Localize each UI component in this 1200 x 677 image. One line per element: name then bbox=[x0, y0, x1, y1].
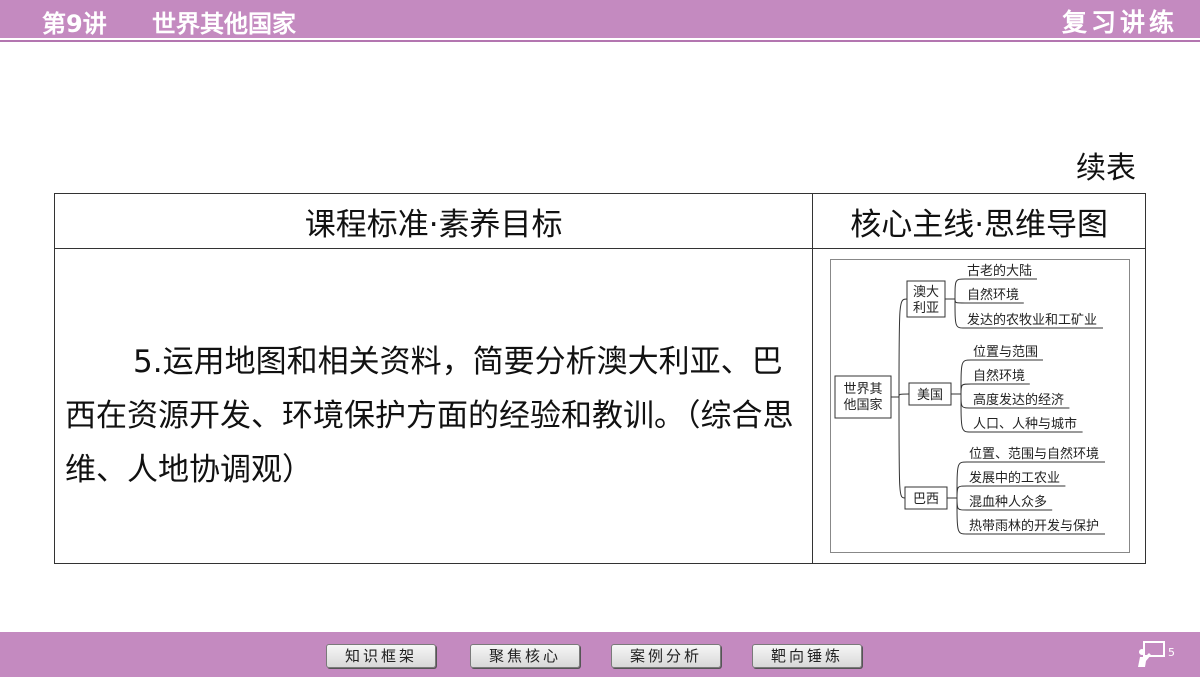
column-header-standards: 课程标准·素养目标 bbox=[53, 193, 814, 249]
mindmap-connector bbox=[960, 393, 972, 433]
nav-button-focus[interactable]: 聚焦核心 bbox=[470, 644, 580, 668]
mindmap-item-label: 自然环境 bbox=[967, 287, 1019, 303]
mindmap-connector bbox=[954, 278, 966, 300]
mindmap-root-label: 他国家 bbox=[844, 397, 883, 413]
mindmap-connector bbox=[956, 485, 968, 499]
mindmap-connector bbox=[898, 393, 910, 398]
mindmap-branch-label: 利亚 bbox=[913, 301, 939, 316]
mindmap-item-label: 发展中的工农业 bbox=[969, 470, 1060, 486]
mindmap-connector bbox=[956, 461, 968, 499]
mindmap-connector bbox=[898, 298, 908, 398]
nav-button-framework[interactable]: 知识框架 bbox=[326, 644, 436, 668]
mind-map: 世界其他国家澳大利亚古老的大陆自然环境发达的农牧业和工矿业美国位置与范围自然环境… bbox=[834, 263, 1106, 535]
lecture-title: 世界其他国家 bbox=[152, 10, 296, 38]
presentation-icon[interactable] bbox=[1136, 640, 1166, 668]
mindmap-branch-label: 美国 bbox=[917, 388, 943, 403]
mindmap-item-label: 人口、人种与城市 bbox=[973, 416, 1077, 432]
mindmap-item-label: 混血种人众多 bbox=[969, 494, 1047, 510]
mindmap-connector bbox=[960, 359, 972, 395]
standards-cell: 5.运用地图和相关资料，简要分析澳大利亚、巴西在资源开发、环境保护方面的经验和教… bbox=[53, 248, 814, 564]
curriculum-table: 课程标准·素养目标 核心主线·思维导图 5.运用地图和相关资料，简要分析澳大利亚… bbox=[53, 193, 1146, 564]
table-header-row: 课程标准·素养目标 核心主线·思维导图 bbox=[53, 193, 1146, 249]
nav-button-practice[interactable]: 靶向锤炼 bbox=[752, 644, 862, 668]
nav-button-case[interactable]: 案例分析 bbox=[611, 644, 721, 668]
continued-label: 续表 bbox=[1076, 151, 1136, 186]
mindmap-connector bbox=[898, 396, 906, 499]
mindmap-item-label: 古老的大陆 bbox=[967, 263, 1032, 279]
mindmap-item-label: 发达的农牧业和工矿业 bbox=[967, 312, 1097, 328]
mindmap-branch-label: 澳大 bbox=[913, 284, 939, 300]
lecture-number: 第9讲 bbox=[42, 10, 107, 38]
mindmap-item-label: 热带雨林的开发与保护 bbox=[969, 518, 1099, 534]
mindmap-cell: 世界其 他国家 澳大 利亚 古老的大陆 自然环境 发达的农牧业和工矿业 美国 位置与范围 自然环境… bbox=[812, 248, 1146, 564]
page-number: 5 bbox=[1168, 646, 1175, 659]
section-title: 复习讲练 bbox=[1061, 8, 1178, 37]
mindmap-branch-label: 巴西 bbox=[913, 492, 939, 507]
table-row: 5.运用地图和相关资料，简要分析澳大利亚、巴西在资源开发、环境保护方面的经验和教… bbox=[53, 248, 1146, 564]
column-header-mindmap: 核心主线·思维导图 bbox=[812, 193, 1146, 249]
mindmap-item-label: 位置与范围 bbox=[973, 345, 1038, 360]
mindmap-item-label: 高度发达的经济 bbox=[973, 392, 1064, 408]
mindmap-connector bbox=[956, 497, 968, 511]
bottom-nav-bar: 知识框架 聚焦核心 案例分析 靶向锤炼 5 bbox=[0, 630, 1200, 677]
mindmap-item-label: 自然环境 bbox=[973, 368, 1025, 384]
mindmap-root-label: 世界其 bbox=[844, 382, 883, 397]
mindmap-connector bbox=[960, 383, 972, 395]
mind-map-frame: 世界其 他国家 澳大 利亚 古老的大陆 自然环境 发达的农牧业和工矿业 美国 位置与范围 自然环境… bbox=[830, 259, 1131, 553]
mindmap-item-label: 位置、范围与自然环境 bbox=[969, 446, 1099, 462]
top-header-bar: 第9讲 世界其他国家 复习讲练 bbox=[0, 0, 1200, 40]
mindmap-connector bbox=[960, 393, 972, 409]
standard-text: 5.运用地图和相关资料，简要分析澳大利亚、巴西在资源开发、环境保护方面的经验和教… bbox=[65, 344, 794, 488]
mindmap-connector bbox=[956, 497, 968, 535]
mindmap-connector bbox=[954, 298, 966, 304]
